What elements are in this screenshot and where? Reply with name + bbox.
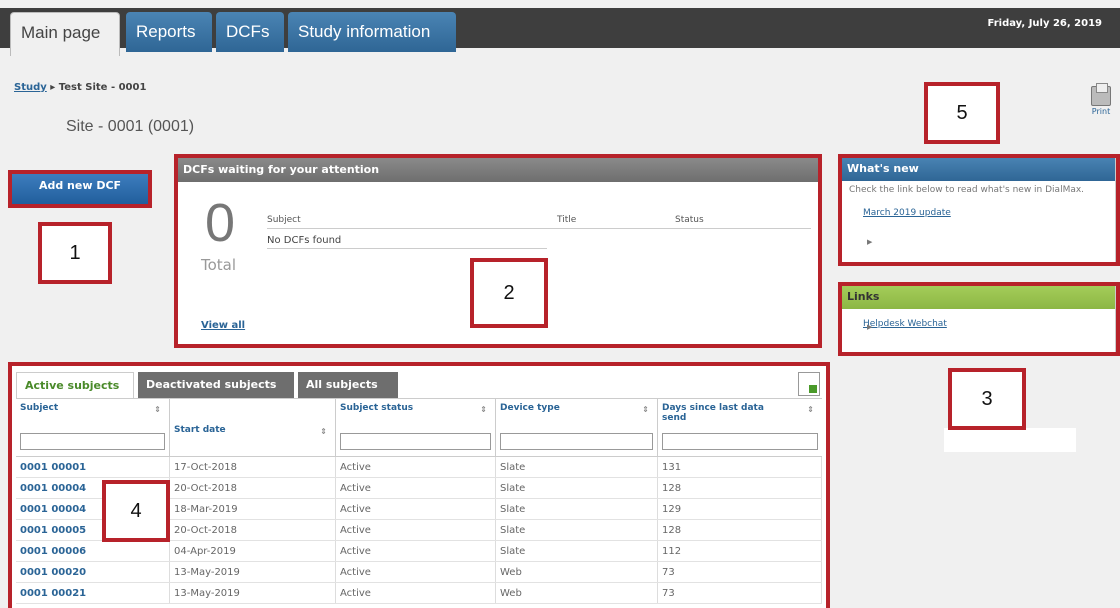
page-title: Site - 0001 (0001) xyxy=(66,118,195,135)
annotation-box-1 xyxy=(8,170,152,208)
breadcrumb-current: Test Site - 0001 xyxy=(58,82,147,93)
tab-dcfs[interactable]: DCFs xyxy=(216,12,284,52)
annotation-label-5: 5 xyxy=(924,82,1000,144)
tab-study-information[interactable]: Study information xyxy=(288,12,456,52)
current-date: Friday, July 26, 2019 xyxy=(987,18,1102,29)
annotation-label-1: 1 xyxy=(38,222,112,284)
breadcrumb-separator: ▸ xyxy=(50,82,56,93)
annotation-box-links xyxy=(838,282,1120,356)
tab-main-page[interactable]: Main page xyxy=(10,12,120,56)
print-button[interactable]: Print xyxy=(1088,83,1114,116)
print-label: Print xyxy=(1091,107,1111,116)
annotation-label-3: 3 xyxy=(948,368,1026,430)
printer-icon xyxy=(1091,83,1111,106)
breadcrumb: Study ▸ Test Site - 0001 xyxy=(14,82,146,93)
top-nav-bar: Main page Reports DCFs Study information… xyxy=(0,0,1120,56)
tab-reports[interactable]: Reports xyxy=(126,12,212,52)
breadcrumb-study-link[interactable]: Study xyxy=(14,82,47,93)
annotation-box-whats-new xyxy=(838,154,1120,266)
blank-area xyxy=(944,428,1076,452)
annotation-label-2: 2 xyxy=(470,258,548,328)
annotation-label-4: 4 xyxy=(102,480,170,542)
